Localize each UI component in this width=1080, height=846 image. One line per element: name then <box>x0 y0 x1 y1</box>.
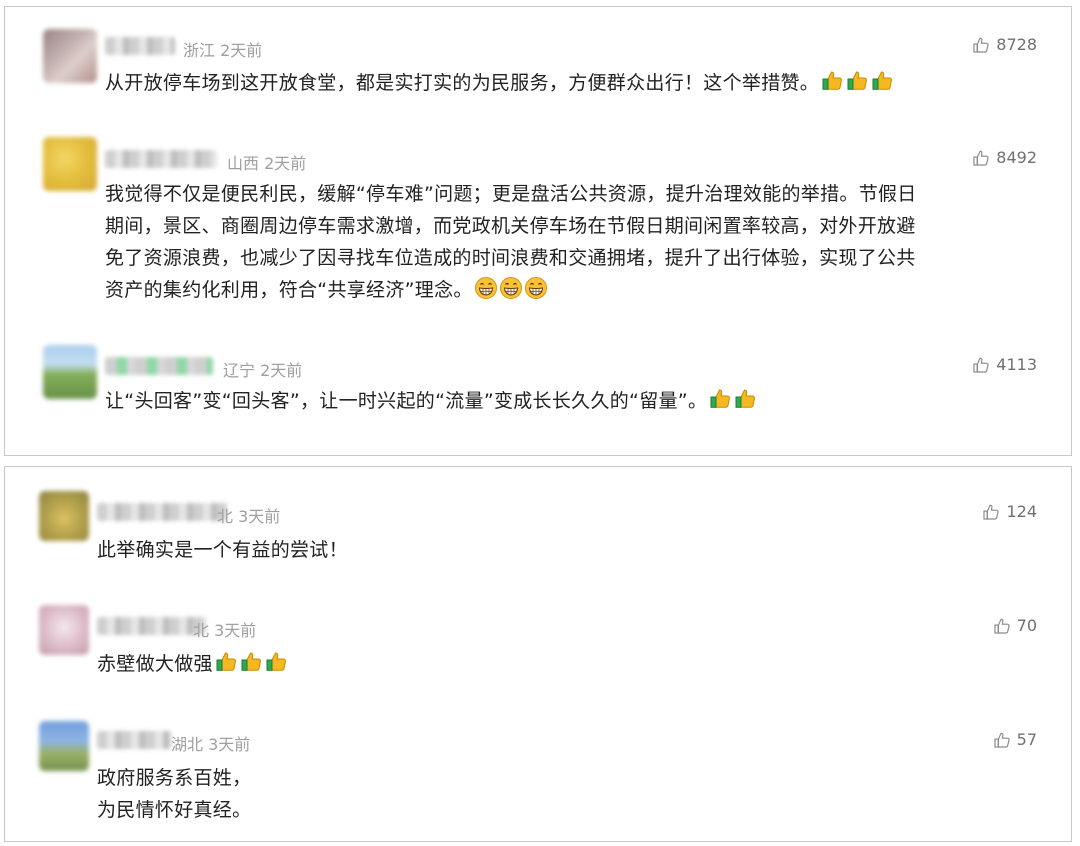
comment-meta: 湖北 3天前 <box>171 731 250 755</box>
comment-meta: 浙江 2天前 <box>183 37 262 61</box>
thumbs-up-emoji-icon <box>845 69 869 93</box>
username-blurred[interactable] <box>105 150 217 168</box>
comment-line: 政府服务系百姓， <box>97 767 252 789</box>
avatar[interactable] <box>39 721 89 771</box>
comment-body: 让“头回客”变“回头客”，让一时兴起的“流量”变成长长久久的“留量”。 <box>105 390 708 412</box>
comment-time: 2天前 <box>264 154 307 173</box>
comment-time: 2天前 <box>260 361 303 380</box>
comment-text: 我觉得不仅是便民利民，缓解“停车难”问题；更是盘活公共资源，提升治理效能的举措。… <box>105 178 1031 306</box>
comment-text: 让“头回客”变“回头客”，让一时兴起的“流量”变成长长久久的“留量”。 <box>105 385 1031 417</box>
thumbs-up-emoji-icon <box>820 69 844 93</box>
grin-emoji-icon <box>499 276 523 300</box>
comment-meta: 北 3天前 <box>217 503 280 527</box>
like-button[interactable]: 4113 <box>972 355 1037 374</box>
comment-panel-bottom: 北 3天前 124 此举确实是一个有益的尝试！ 北 3天前 70 赤壁做大做强 <box>4 466 1072 842</box>
thumb-up-outline-icon <box>972 356 990 374</box>
comment-text: 赤壁做大做强 <box>97 648 1031 680</box>
like-count: 8728 <box>996 35 1037 54</box>
thumbs-up-emoji-icon <box>733 387 757 411</box>
comment-line: 期间，景区、商圈周边停车需求激增，而党政机关停车场在节假日期间闲置率较高，对外开… <box>105 215 916 237</box>
like-button[interactable]: 8728 <box>972 35 1037 54</box>
thumbs-up-emoji-icon <box>870 69 894 93</box>
username-blurred[interactable] <box>97 731 171 749</box>
comment-body: 此举确实是一个有益的尝试！ <box>97 539 348 561</box>
comment-meta: 辽宁 2天前 <box>223 357 302 381</box>
thumbs-up-emoji-icon <box>214 650 238 674</box>
like-count: 4113 <box>996 355 1037 374</box>
comment-time: 3天前 <box>208 735 251 754</box>
thumb-up-outline-icon <box>993 731 1011 749</box>
grin-emoji-icon <box>524 276 548 300</box>
comment-panel-top: 浙江 2天前 8728 从开放停车场到这开放食堂，都是实打实的为民服务，方便群众… <box>4 6 1072 456</box>
like-count: 8492 <box>996 148 1037 167</box>
like-count: 57 <box>1016 730 1037 749</box>
comment-text: 政府服务系百姓， 为民情怀好真经。 <box>97 762 1031 826</box>
comment-location: 浙江 <box>183 41 216 60</box>
comment-location: 北 <box>193 621 210 640</box>
comment-time: 3天前 <box>238 507 281 526</box>
comment-line: 我觉得不仅是便民利民，缓解“停车难”问题；更是盘活公共资源，提升治理效能的举措。… <box>105 183 917 205</box>
thumbs-up-emoji-icon <box>239 650 263 674</box>
avatar[interactable] <box>43 345 97 399</box>
comment-time: 2天前 <box>220 41 263 60</box>
comment-location: 辽宁 <box>223 361 256 380</box>
comment-meta: 山西 2天前 <box>227 150 306 174</box>
thumbs-up-emoji-icon <box>264 650 288 674</box>
like-button[interactable]: 57 <box>993 730 1037 749</box>
thumb-up-outline-icon <box>993 617 1011 635</box>
like-count: 70 <box>1016 616 1037 635</box>
like-count: 124 <box>1006 502 1037 521</box>
avatar[interactable] <box>39 605 89 655</box>
comment-location: 湖北 <box>171 735 204 754</box>
thumbs-up-emoji-icon <box>708 387 732 411</box>
comment-body: 从开放停车场到这开放食堂，都是实打实的为民服务，方便群众出行！这个举措赞。 <box>105 72 820 94</box>
avatar[interactable] <box>43 137 97 191</box>
like-button[interactable]: 8492 <box>972 148 1037 167</box>
thumb-up-outline-icon <box>972 149 990 167</box>
comment-text: 此举确实是一个有益的尝试！ <box>97 534 1031 566</box>
comment-time: 3天前 <box>214 621 257 640</box>
username-blurred[interactable] <box>97 617 207 635</box>
username-blurred[interactable] <box>105 357 213 375</box>
comment-line-last: 资产的集约化利用，符合“共享经济”理念。 <box>105 274 1031 306</box>
avatar[interactable] <box>39 491 89 541</box>
like-button[interactable]: 70 <box>993 616 1037 635</box>
thumb-up-outline-icon <box>982 503 1000 521</box>
like-button[interactable]: 124 <box>982 502 1037 521</box>
comment-location: 山西 <box>227 154 260 173</box>
comment-text: 从开放停车场到这开放食堂，都是实打实的为民服务，方便群众出行！这个举措赞。 <box>105 67 1031 99</box>
comment-location: 北 <box>217 507 234 526</box>
comment-line: 免了资源浪费，也减少了因寻找车位造成的时间浪费和交通拥堵，提升了出行体验，实现了… <box>105 247 916 269</box>
comment-meta: 北 3天前 <box>193 617 256 641</box>
username-blurred[interactable] <box>97 503 227 521</box>
thumb-up-outline-icon <box>972 36 990 54</box>
grin-emoji-icon <box>474 276 498 300</box>
comment-body: 赤壁做大做强 <box>97 653 213 675</box>
comment-line: 为民情怀好真经。 <box>97 799 252 821</box>
avatar[interactable] <box>43 29 97 83</box>
username-blurred[interactable] <box>105 37 175 55</box>
comment-line: 资产的集约化利用，符合“共享经济”理念。 <box>105 279 473 301</box>
